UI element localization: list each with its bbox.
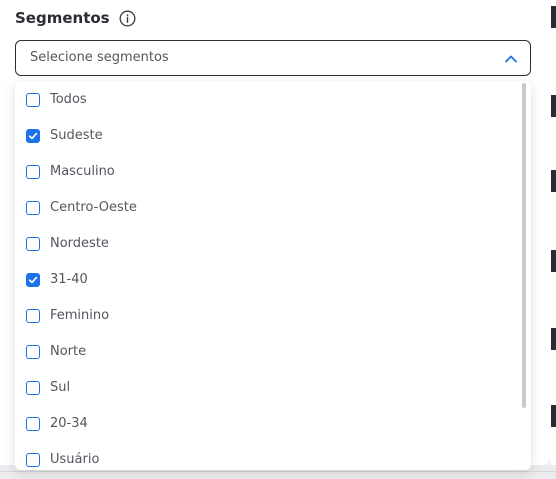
checkbox-checked[interactable] bbox=[26, 129, 40, 143]
option-norte[interactable]: Norte bbox=[15, 334, 515, 370]
check-icon bbox=[28, 132, 38, 140]
option-label: Centro-Oeste bbox=[50, 200, 137, 215]
checkbox[interactable] bbox=[26, 201, 40, 215]
option-label: Norte bbox=[50, 344, 87, 359]
checkbox[interactable] bbox=[26, 237, 40, 251]
field-label: Segmentos bbox=[15, 9, 110, 27]
field-label-row: Segmentos bbox=[15, 9, 136, 27]
segments-select[interactable]: Selecione segmentos bbox=[15, 40, 531, 76]
page: Segmentos Selecione segmentos Todos Sude… bbox=[0, 0, 556, 479]
option-20-34[interactable]: 20-34 bbox=[15, 406, 515, 442]
option-label: Nordeste bbox=[50, 236, 109, 251]
checkbox-checked[interactable] bbox=[26, 273, 40, 287]
option-sul[interactable]: Sul bbox=[15, 370, 515, 406]
checkbox[interactable] bbox=[26, 417, 40, 431]
segments-dropdown-list: Todos Sudeste Masculino Centro-Oeste Nor… bbox=[15, 81, 531, 470]
option-label: Todos bbox=[50, 92, 87, 107]
option-label: Sudeste bbox=[50, 128, 103, 143]
option-label: Masculino bbox=[50, 164, 115, 179]
background-mark bbox=[551, 405, 556, 427]
background-mark bbox=[551, 95, 556, 117]
dropdown-scrollbar[interactable] bbox=[522, 83, 526, 408]
checkbox[interactable] bbox=[26, 93, 40, 107]
checkbox[interactable] bbox=[26, 453, 40, 467]
background-mark bbox=[551, 328, 556, 350]
option-todos[interactable]: Todos bbox=[15, 82, 515, 118]
background-mark bbox=[551, 250, 556, 272]
option-label: 20-34 bbox=[50, 416, 88, 431]
option-label: Feminino bbox=[50, 308, 110, 323]
option-feminino[interactable]: Feminino bbox=[15, 298, 515, 334]
check-icon bbox=[28, 276, 38, 284]
checkbox[interactable] bbox=[26, 345, 40, 359]
option-label: 31-40 bbox=[50, 272, 88, 287]
option-masculino[interactable]: Masculino bbox=[15, 154, 515, 190]
checkbox[interactable] bbox=[26, 381, 40, 395]
checkbox[interactable] bbox=[26, 309, 40, 323]
checkbox[interactable] bbox=[26, 165, 40, 179]
option-nordeste[interactable]: Nordeste bbox=[15, 226, 515, 262]
option-31-40[interactable]: 31-40 bbox=[15, 262, 515, 298]
background-mark bbox=[551, 6, 556, 28]
chevron-up-icon[interactable] bbox=[504, 51, 518, 65]
option-usuario[interactable]: Usuário bbox=[15, 442, 515, 470]
option-label: Usuário bbox=[50, 452, 100, 467]
option-sudeste[interactable]: Sudeste bbox=[15, 118, 515, 154]
info-circle-icon[interactable] bbox=[119, 10, 136, 27]
select-placeholder: Selecione segmentos bbox=[30, 50, 169, 65]
option-centro-oeste[interactable]: Centro-Oeste bbox=[15, 190, 515, 226]
divider bbox=[0, 471, 556, 472]
background-content-edge bbox=[551, 0, 556, 479]
background-mark bbox=[551, 170, 556, 192]
option-label: Sul bbox=[50, 380, 71, 395]
